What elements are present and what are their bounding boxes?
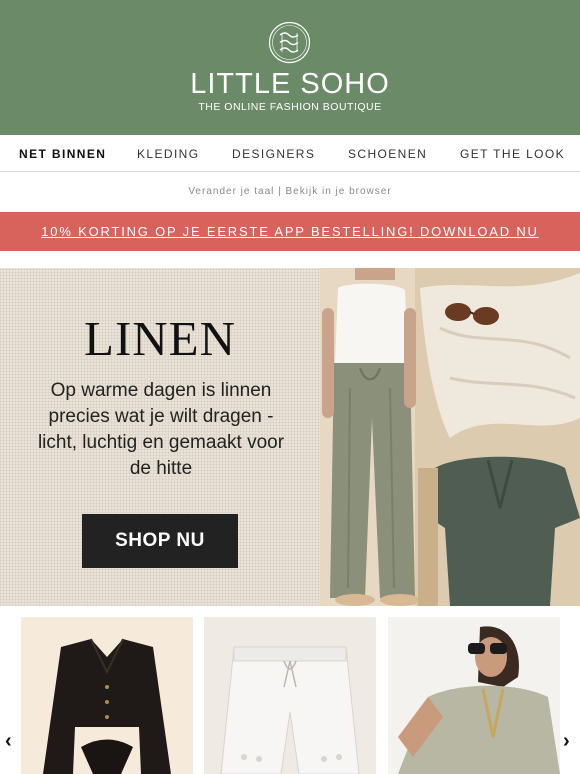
shop-now-button[interactable]: SHOP NU [82, 514, 238, 568]
promo-banner: 10% KORTING OP JE EERSTE APP BESTELLING!… [0, 212, 580, 251]
hero-banner: LINEN Op warme dagen is linnen precies w… [0, 268, 580, 606]
site-header: LITTLE SOHO THE ONLINE FASHION BOUTIQUE [0, 0, 580, 135]
nav-item-kleding[interactable]: KLEDING [137, 147, 199, 161]
product-card-image[interactable] [204, 617, 376, 774]
brand-tagline: THE ONLINE FASHION BOUTIQUE [198, 101, 382, 113]
product-carousel: ‹ › [0, 606, 580, 774]
nav-item-schoenen[interactable]: SCHOENEN [348, 147, 427, 161]
hero-linen-background: LINEN Op warme dagen is linnen precies w… [0, 268, 320, 606]
chevron-left-icon[interactable]: ‹ [5, 730, 12, 753]
nav-item-net-binnen[interactable]: NET BINNEN [19, 147, 106, 161]
promo-download-link[interactable]: 10% KORTING OP JE EERSTE APP BESTELLING!… [41, 224, 538, 239]
hero-title: LINEN [84, 311, 236, 366]
main-nav: NET BINNEN KLEDING DESIGNERS SCHOENEN GE… [0, 136, 580, 172]
hero-photo[interactable] [320, 268, 580, 606]
nav-item-get-the-look[interactable]: GET THE LOOK [460, 147, 565, 161]
language-browser-links[interactable]: Verander je taal | Bekijk in je browser [0, 186, 580, 197]
brand-name[interactable]: LITTLE SOHO [0, 68, 580, 101]
soho-monogram-icon[interactable] [268, 21, 311, 64]
chevron-right-icon[interactable]: › [563, 730, 570, 753]
product-card-image[interactable] [21, 617, 193, 774]
nav-item-designers[interactable]: DESIGNERS [232, 147, 315, 161]
hero-text: Op warme dagen is linnen precies wat je … [37, 380, 285, 479]
product-card-image[interactable] [388, 617, 560, 774]
